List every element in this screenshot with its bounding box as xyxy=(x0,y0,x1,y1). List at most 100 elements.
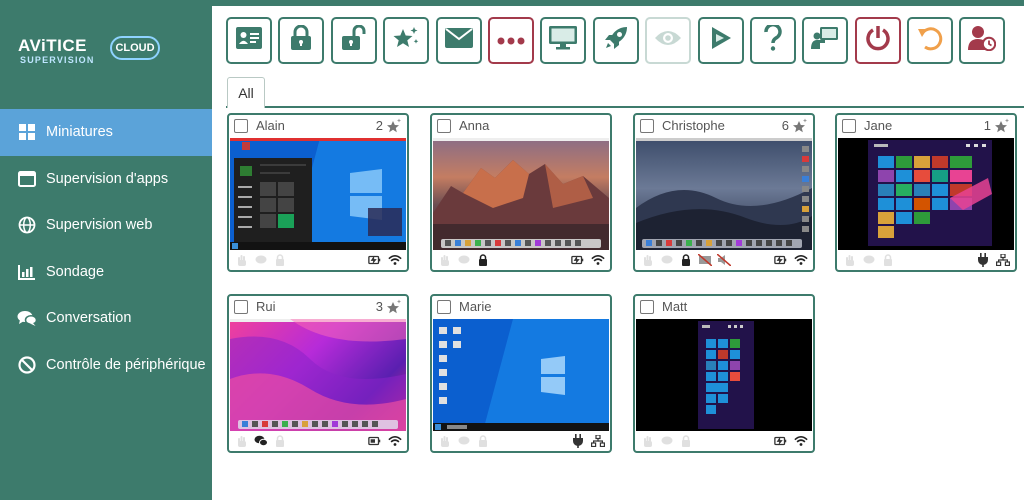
sidebar-nav: Miniatures Supervision d'apps Supervisio… xyxy=(0,109,212,388)
sidebar-item-miniatures[interactable]: Miniatures xyxy=(0,109,212,156)
chat-icon xyxy=(254,434,268,448)
screen-thumbnail[interactable] xyxy=(230,138,406,250)
screen-thumbnail[interactable] xyxy=(230,319,406,431)
lock-icon xyxy=(273,434,287,448)
power-button[interactable] xyxy=(854,17,901,64)
card-footer xyxy=(229,251,407,270)
undo-button[interactable] xyxy=(907,17,954,64)
eye-icon xyxy=(654,29,682,52)
rocket-icon xyxy=(603,25,629,56)
sidebar-item-device-control[interactable]: Contrôle de périphérique xyxy=(0,342,212,389)
star-sparkle-icon xyxy=(386,118,402,134)
select-checkbox[interactable] xyxy=(640,119,654,133)
top-bar xyxy=(212,0,1024,6)
unlock-icon xyxy=(341,24,367,56)
sidebar-item-survey[interactable]: Sondage xyxy=(0,249,212,296)
student-card-marie[interactable]: Marie xyxy=(430,294,612,453)
student-name: Anna xyxy=(459,118,490,133)
power-icon xyxy=(865,25,891,56)
select-checkbox[interactable] xyxy=(640,300,654,314)
screen-thumbnail[interactable] xyxy=(636,138,812,250)
battery-charging-icon xyxy=(571,253,585,267)
sidebar-item-label: Sondage xyxy=(46,263,105,280)
select-checkbox[interactable] xyxy=(842,119,856,133)
sidebar-item-web-supervision[interactable]: Supervision web xyxy=(0,202,212,249)
hand-icon xyxy=(235,434,249,448)
reward-count: 6 xyxy=(781,118,789,133)
sidebar-item-label: Miniatures xyxy=(46,124,113,141)
select-checkbox[interactable] xyxy=(437,300,451,314)
presentation-button[interactable] xyxy=(802,17,849,64)
card-header: Matt xyxy=(635,296,813,318)
student-card-matt[interactable]: Matt xyxy=(633,294,815,453)
student-card-anna[interactable]: Anna xyxy=(430,113,612,272)
select-checkbox[interactable] xyxy=(437,119,451,133)
chat-icon xyxy=(862,253,876,267)
help-button[interactable] xyxy=(749,17,796,64)
lock-icon xyxy=(273,253,287,267)
select-checkbox[interactable] xyxy=(234,119,248,133)
chat-icon xyxy=(457,253,471,267)
more-dots-icon xyxy=(497,32,525,50)
star-sparkle-icon xyxy=(792,118,808,134)
hand-icon xyxy=(438,253,452,267)
star-sparkle-icon xyxy=(386,299,402,315)
mac-desktop-icon xyxy=(230,319,406,431)
student-name: Matt xyxy=(662,299,688,314)
battery-icon xyxy=(368,434,382,448)
chat-icon xyxy=(660,253,674,267)
screen-thumbnail[interactable] xyxy=(838,138,1014,250)
student-name: Christophe xyxy=(662,118,725,133)
message-button[interactable] xyxy=(435,17,482,64)
screen-thumbnail[interactable] xyxy=(433,138,609,250)
student-info-button[interactable] xyxy=(226,17,272,64)
network-icon xyxy=(591,434,605,448)
student-name: Marie xyxy=(459,299,492,314)
card-footer xyxy=(635,432,813,451)
lock-icon xyxy=(881,253,895,267)
user-schedule-button[interactable] xyxy=(959,17,1006,64)
mac-desktop-icon xyxy=(433,138,609,250)
play-icon xyxy=(710,26,732,55)
card-header: Anna xyxy=(432,115,610,137)
student-card-rui[interactable]: Rui 3 xyxy=(227,294,409,453)
lock-icon xyxy=(679,253,693,267)
student-card-alain[interactable]: Alain 2 xyxy=(227,113,409,272)
card-header: Alain 2 xyxy=(229,115,407,137)
student-name: Jane xyxy=(864,118,893,133)
power-plug-icon xyxy=(976,253,990,267)
screen-thumbnail[interactable] xyxy=(636,319,812,431)
screen-share-button[interactable] xyxy=(540,17,587,64)
app-logo: AViTICE SUPERVISION CLOUD xyxy=(18,30,163,70)
play-button[interactable] xyxy=(697,17,744,64)
hand-icon xyxy=(641,434,655,448)
more-button[interactable] xyxy=(487,17,534,64)
reward-button[interactable] xyxy=(383,17,430,64)
sidebar-item-app-supervision[interactable]: Supervision d'apps xyxy=(0,156,212,203)
launch-button[interactable] xyxy=(592,17,639,64)
view-button[interactable] xyxy=(645,17,692,64)
envelope-icon xyxy=(444,28,473,53)
screen-thumbnail[interactable] xyxy=(433,319,609,431)
group-tabs: All xyxy=(226,75,1024,108)
lock-icon xyxy=(476,434,490,448)
sidebar-item-label: Supervision d'apps xyxy=(46,170,169,187)
lock-button[interactable] xyxy=(278,17,325,64)
battery-charging-icon xyxy=(774,253,788,267)
unlock-button[interactable] xyxy=(330,17,377,64)
card-footer xyxy=(432,432,610,451)
sidebar: AViTICE SUPERVISION CLOUD Miniatures Sup… xyxy=(0,0,212,500)
sidebar-item-conversation[interactable]: Conversation xyxy=(0,295,212,342)
tab-all[interactable]: All xyxy=(227,77,265,108)
student-card-jane[interactable]: Jane 1 xyxy=(835,113,1017,272)
select-checkbox[interactable] xyxy=(234,300,248,314)
sidebar-item-label: Conversation xyxy=(46,310,132,327)
student-card-christophe[interactable]: Christophe 6 xyxy=(633,113,815,272)
user-clock-icon xyxy=(968,25,997,56)
id-card-icon xyxy=(236,27,262,54)
battery-charging-icon xyxy=(774,434,788,448)
chat-icon xyxy=(660,434,674,448)
star-sparkle-icon xyxy=(392,25,420,56)
power-plug-icon xyxy=(571,434,585,448)
hand-icon xyxy=(641,253,655,267)
